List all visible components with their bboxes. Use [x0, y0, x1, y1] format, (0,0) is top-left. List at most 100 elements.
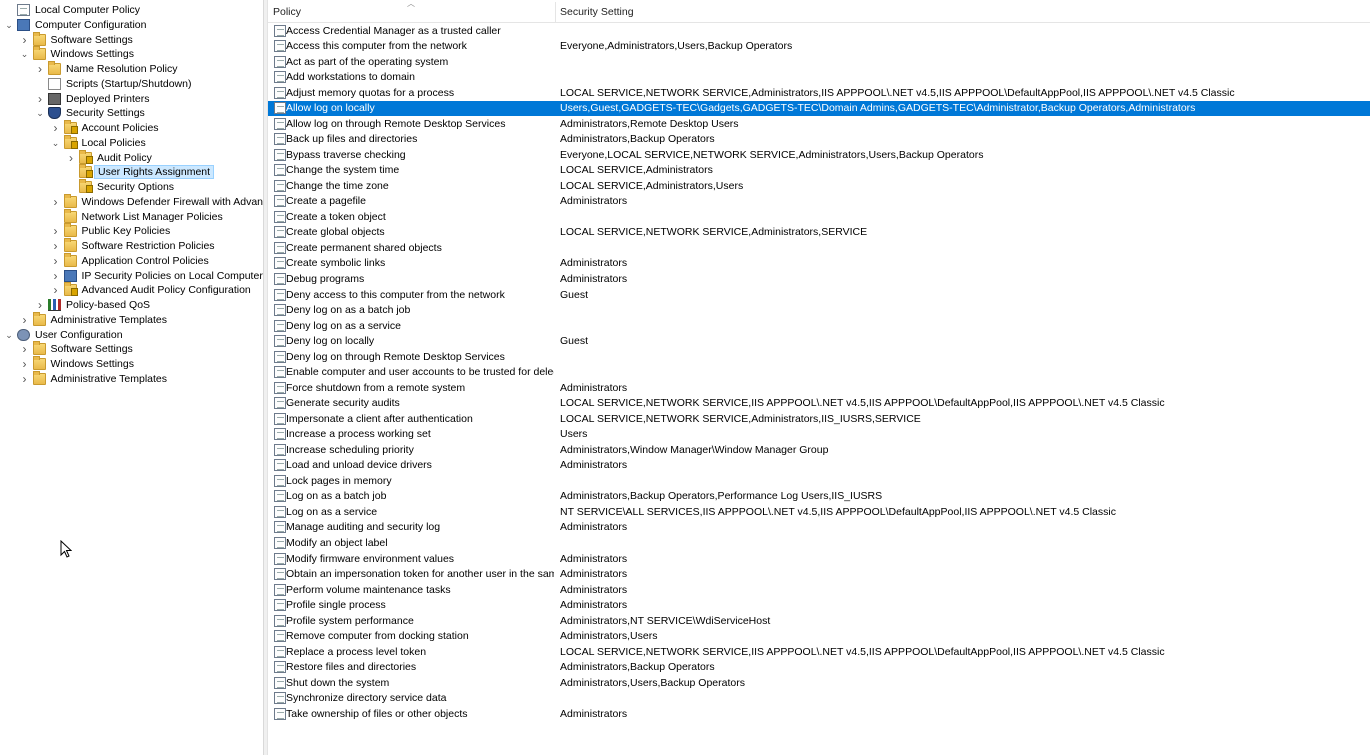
tree-node[interactable]: › Windows Defender Firewall with Advanced… — [0, 193, 263, 209]
policy-row[interactable]: Create a pagefile Administrators — [268, 194, 1370, 209]
policy-row[interactable]: Take ownership of files or other objects… — [268, 707, 1370, 722]
policy-row[interactable]: Access this computer from the network Eve… — [268, 39, 1370, 54]
tree-node[interactable]: › Audit Policy — [0, 149, 263, 165]
chevron-right-icon[interactable]: › — [51, 121, 61, 135]
policy-row[interactable]: Deny log on locally Guest — [268, 334, 1370, 349]
chevron-right-icon[interactable]: › — [35, 92, 45, 106]
chevron-right-icon[interactable]: › — [20, 342, 30, 356]
policy-row[interactable]: Change the system time LOCAL SERVICE,Admi… — [268, 163, 1370, 178]
policy-row[interactable]: Perform volume maintenance tasks Administ… — [268, 583, 1370, 598]
tree-node[interactable]: Network List Manager Policies — [0, 208, 263, 224]
policy-row[interactable]: Bypass traverse checking Everyone,LOCAL S… — [268, 148, 1370, 163]
tree-node[interactable]: ⌄ Windows Settings — [0, 46, 263, 61]
tree-node[interactable]: ⌄ Security Settings — [0, 106, 263, 120]
policy-row[interactable]: Create permanent shared objects — [268, 241, 1370, 256]
tree-node[interactable]: › Application Control Policies — [0, 252, 263, 268]
navigation-tree[interactable]: Local Computer Policy ⌄ Computer Configura… — [0, 0, 264, 755]
tree-node[interactable]: › IP Security Policies on Local Computer — [0, 269, 263, 283]
policy-row[interactable]: Act as part of the operating system — [268, 55, 1370, 70]
policy-row[interactable]: Create a token object — [268, 210, 1370, 225]
policy-row[interactable]: Log on as a batch job Administrators,Back… — [268, 489, 1370, 504]
policy-row[interactable]: Increase scheduling priority Administrato… — [268, 443, 1370, 458]
policy-name: Generate security audits — [286, 397, 400, 410]
policy-row[interactable]: Create symbolic links Administrators — [268, 256, 1370, 271]
chevron-right-icon[interactable]: › — [20, 357, 30, 371]
policy-row[interactable]: Impersonate a client after authenticatio… — [268, 412, 1370, 427]
policy-row[interactable]: Shut down the system Administrators,Users… — [268, 676, 1370, 691]
chevron-right-icon[interactable]: › — [51, 195, 61, 209]
policy-list[interactable]: ︿ Policy Security Setting Access Credent… — [268, 0, 1370, 755]
policy-row[interactable]: Back up files and directories Administrat… — [268, 132, 1370, 147]
chevron-down-icon[interactable]: ⌄ — [35, 106, 45, 120]
tree-node[interactable]: › Deployed Printers — [0, 92, 263, 106]
chevron-right-icon[interactable]: › — [51, 239, 61, 253]
chevron-right-icon[interactable]: › — [35, 62, 45, 76]
policy-row[interactable]: Force shutdown from a remote system Admin… — [268, 381, 1370, 396]
tree-node[interactable]: › Windows Settings — [0, 356, 263, 371]
policy-row[interactable]: Add workstations to domain — [268, 70, 1370, 85]
policy-row[interactable]: Generate security audits LOCAL SERVICE,NE… — [268, 396, 1370, 411]
tree-node[interactable]: › Software Restriction Policies — [0, 238, 263, 253]
policy-row[interactable]: Replace a process level token LOCAL SERVI… — [268, 645, 1370, 660]
tree-node[interactable]: Scripts (Startup/Shutdown) — [0, 77, 263, 91]
tree-node[interactable]: ⌄ Local Policies — [0, 134, 263, 150]
policy-icon — [274, 568, 286, 581]
chevron-right-icon[interactable]: › — [35, 298, 45, 312]
policy-row[interactable]: Adjust memory quotas for a process LOCAL … — [268, 86, 1370, 101]
chevron-right-icon[interactable]: › — [66, 151, 76, 165]
tree-node[interactable]: › Policy-based QoS — [0, 298, 263, 312]
policy-row[interactable]: Access Credential Manager as a trusted c… — [268, 24, 1370, 39]
tree-node[interactable]: › Software Settings — [0, 31, 263, 47]
tree-node[interactable]: ⌄ Computer Configuration — [0, 18, 263, 32]
policy-row[interactable]: Deny log on as a batch job — [268, 303, 1370, 318]
policy-row[interactable]: Increase a process working set Users — [268, 427, 1370, 442]
policy-row[interactable]: Restore files and directories Administrat… — [268, 660, 1370, 675]
tree-node[interactable]: › Administrative Templates — [0, 371, 263, 386]
policy-row[interactable]: Profile system performance Administrators… — [268, 614, 1370, 629]
chevron-right-icon[interactable]: › — [20, 313, 30, 327]
tree-node[interactable]: › Administrative Templates — [0, 311, 263, 327]
chevron-down-icon[interactable]: ⌄ — [4, 18, 14, 32]
policy-row[interactable]: Lock pages in memory — [268, 474, 1370, 489]
policy-row[interactable]: Allow log on locally Users,Guest,GADGETS-… — [268, 101, 1370, 117]
policy-row[interactable]: Enable computer and user accounts to be … — [268, 365, 1370, 380]
tree-node[interactable]: › Advanced Audit Policy Configuration — [0, 282, 263, 297]
policy-row[interactable]: Obtain an impersonation token for anothe… — [268, 567, 1370, 582]
tree-node[interactable]: › Public Key Policies — [0, 223, 263, 238]
policy-row[interactable]: Create global objects LOCAL SERVICE,NETWO… — [268, 225, 1370, 240]
policy-row[interactable]: Load and unload device drivers Administra… — [268, 458, 1370, 473]
chevron-down-icon[interactable]: ⌄ — [51, 136, 61, 150]
folder-icon — [63, 252, 77, 267]
policy-row[interactable]: Manage auditing and security log Administ… — [268, 520, 1370, 535]
policy-row[interactable]: Modify an object label — [268, 536, 1370, 551]
tree-node[interactable]: Security Options — [0, 179, 263, 194]
tree-node[interactable]: › Name Resolution Policy — [0, 61, 263, 76]
chevron-right-icon[interactable]: › — [51, 224, 61, 238]
policy-row[interactable]: Deny log on as a service — [268, 319, 1370, 334]
chevron-right-icon[interactable]: › — [51, 283, 61, 297]
policy-row[interactable]: Debug programs Administrators — [268, 272, 1370, 287]
tree-node[interactable]: User Rights Assignment — [0, 164, 263, 180]
chevron-down-icon[interactable]: ⌄ — [20, 47, 30, 61]
security-setting-value: Guest — [560, 335, 589, 348]
tree-node[interactable]: ⌄ User Configuration — [0, 328, 263, 342]
chevron-right-icon[interactable]: › — [51, 254, 61, 268]
policy-row[interactable]: Modify firmware environment values Admini… — [268, 552, 1370, 567]
column-header-policy[interactable]: Policy — [268, 2, 555, 22]
column-header-security-setting[interactable]: Security Setting — [555, 2, 1060, 22]
policy-row[interactable]: Change the time zone LOCAL SERVICE,Admini… — [268, 179, 1370, 194]
tree-node[interactable]: › Account Policies — [0, 120, 263, 135]
policy-row[interactable]: Log on as a service NT SERVICE\ALL SERVIC… — [268, 505, 1370, 520]
policy-row[interactable]: Deny log on through Remote Desktop Servi… — [268, 350, 1370, 365]
chevron-down-icon[interactable]: ⌄ — [4, 328, 14, 342]
tree-node[interactable]: › Software Settings — [0, 341, 263, 356]
policy-row[interactable]: Allow log on through Remote Desktop Serv… — [268, 117, 1370, 132]
tree-node[interactable]: Local Computer Policy — [0, 3, 263, 17]
chevron-right-icon[interactable]: › — [20, 33, 30, 47]
chevron-right-icon[interactable]: › — [51, 269, 61, 283]
policy-row[interactable]: Deny access to this computer from the ne… — [268, 288, 1370, 303]
policy-row[interactable]: Profile single process Administrators — [268, 598, 1370, 613]
chevron-right-icon[interactable]: › — [20, 372, 30, 386]
policy-row[interactable]: Remove computer from docking station Admi… — [268, 629, 1370, 644]
policy-row[interactable]: Synchronize directory service data — [268, 691, 1370, 706]
